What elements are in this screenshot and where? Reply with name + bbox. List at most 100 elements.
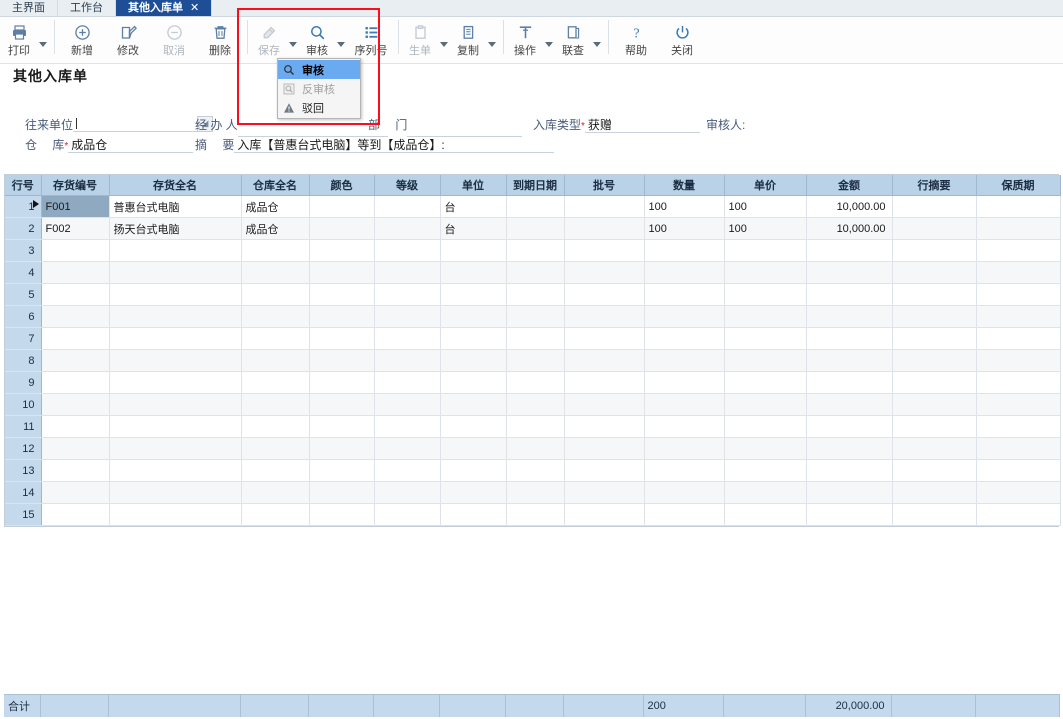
cell-line-remark[interactable] [892, 262, 976, 284]
table-row[interactable]: 11 [5, 416, 1060, 438]
cell-quantity[interactable]: 100 [644, 196, 724, 218]
cell-row-no[interactable]: 3 [5, 240, 41, 262]
cell-batch-no[interactable] [564, 416, 644, 438]
generate-dropdown-toggle[interactable] [437, 17, 451, 63]
cell-grade[interactable] [374, 328, 440, 350]
department-input[interactable] [407, 122, 522, 137]
cell-amount[interactable] [806, 372, 892, 394]
cell-warehouse-name[interactable] [241, 240, 309, 262]
cell-unit-price[interactable] [724, 306, 806, 328]
cell-unit[interactable] [440, 482, 506, 504]
cell-grade[interactable] [374, 372, 440, 394]
cell-unit-price[interactable] [724, 328, 806, 350]
cell-amount[interactable]: 10,000.00 [806, 196, 892, 218]
cell-amount[interactable]: 10,000.00 [806, 218, 892, 240]
cell-unit-price[interactable]: 100 [724, 218, 806, 240]
cell-color[interactable] [309, 416, 374, 438]
table-row[interactable]: 5 [5, 284, 1060, 306]
cell-unit-price[interactable] [724, 372, 806, 394]
cell-item-name[interactable] [109, 504, 241, 526]
cell-batch-no[interactable] [564, 504, 644, 526]
cell-item-code[interactable] [41, 394, 109, 416]
cell-row-no[interactable]: 1 [5, 196, 41, 218]
table-row[interactable]: 8 [5, 350, 1060, 372]
cell-row-no[interactable]: 2 [5, 218, 41, 240]
cell-grade[interactable] [374, 262, 440, 284]
cell-item-code[interactable] [41, 504, 109, 526]
cell-shelf-life[interactable] [976, 218, 1060, 240]
cell-expiry-date[interactable] [506, 482, 564, 504]
toolbar-button-print[interactable]: 打印 [2, 17, 36, 63]
cell-item-code[interactable] [41, 284, 109, 306]
cell-color[interactable] [309, 460, 374, 482]
cell-line-remark[interactable] [892, 306, 976, 328]
cell-item-name[interactable]: 扬天台式电脑 [109, 218, 241, 240]
cell-amount[interactable] [806, 416, 892, 438]
col-color[interactable]: 颜色 [309, 175, 374, 196]
cell-unit[interactable] [440, 350, 506, 372]
table-row[interactable]: 6 [5, 306, 1060, 328]
cell-unit[interactable] [440, 328, 506, 350]
cell-row-no[interactable]: 6 [5, 306, 41, 328]
cell-warehouse-name[interactable] [241, 394, 309, 416]
cell-item-code[interactable] [41, 262, 109, 284]
table-row[interactable]: 10 [5, 394, 1060, 416]
table-row[interactable]: 13 [5, 460, 1060, 482]
cell-shelf-life[interactable] [976, 284, 1060, 306]
toolbar-button-cancel[interactable]: 取消 [151, 17, 197, 63]
toolbar-button-modify[interactable]: 修改 [105, 17, 151, 63]
cell-line-remark[interactable] [892, 372, 976, 394]
cell-line-remark[interactable] [892, 284, 976, 306]
table-row[interactable]: 4 [5, 262, 1060, 284]
cell-unit[interactable] [440, 262, 506, 284]
cell-batch-no[interactable] [564, 372, 644, 394]
cell-color[interactable] [309, 284, 374, 306]
cell-unit[interactable] [440, 416, 506, 438]
table-row[interactable]: 15 [5, 504, 1060, 526]
cell-quantity[interactable] [644, 350, 724, 372]
cell-color[interactable] [309, 328, 374, 350]
table-row[interactable]: 9 [5, 372, 1060, 394]
cell-item-code[interactable] [41, 372, 109, 394]
inbound-type-input[interactable]: 获赠 [585, 118, 700, 133]
cell-item-name[interactable] [109, 262, 241, 284]
table-row[interactable]: 2F002扬天台式电脑成品仓台10010010,000.00 [5, 218, 1060, 240]
cell-quantity[interactable] [644, 328, 724, 350]
cell-quantity[interactable] [644, 240, 724, 262]
cell-unit-price[interactable]: 100 [724, 196, 806, 218]
cell-line-remark[interactable] [892, 240, 976, 262]
cell-shelf-life[interactable] [976, 306, 1060, 328]
cell-row-no[interactable]: 13 [5, 460, 41, 482]
cell-item-name[interactable]: 普惠台式电脑 [109, 196, 241, 218]
cell-amount[interactable] [806, 284, 892, 306]
cell-row-no[interactable]: 9 [5, 372, 41, 394]
cell-expiry-date[interactable] [506, 196, 564, 218]
cell-grade[interactable] [374, 504, 440, 526]
cell-item-name[interactable] [109, 284, 241, 306]
cell-line-remark[interactable] [892, 482, 976, 504]
copy-dropdown-toggle[interactable] [485, 17, 499, 63]
cell-quantity[interactable]: 100 [644, 218, 724, 240]
cell-color[interactable] [309, 350, 374, 372]
cell-unit[interactable] [440, 438, 506, 460]
cell-unit-price[interactable] [724, 482, 806, 504]
cell-unit-price[interactable] [724, 416, 806, 438]
cell-batch-no[interactable] [564, 262, 644, 284]
cell-unit-price[interactable] [724, 460, 806, 482]
audit-dropdown-toggle[interactable] [334, 17, 348, 63]
cell-unit[interactable]: 台 [440, 196, 506, 218]
cell-shelf-life[interactable] [976, 482, 1060, 504]
cell-quantity[interactable] [644, 262, 724, 284]
cell-color[interactable] [309, 438, 374, 460]
cell-unit-price[interactable] [724, 394, 806, 416]
cell-line-remark[interactable] [892, 394, 976, 416]
cell-color[interactable] [309, 394, 374, 416]
cell-line-remark[interactable] [892, 504, 976, 526]
tab-other-inbound-order[interactable]: 其他入库单 ✕ [116, 0, 212, 16]
cell-unit-price[interactable] [724, 438, 806, 460]
cell-item-code[interactable]: F002 [41, 218, 109, 240]
table-row[interactable]: 1F001普惠台式电脑成品仓台10010010,000.00 [5, 196, 1060, 218]
cell-line-remark[interactable] [892, 196, 976, 218]
cell-grade[interactable] [374, 438, 440, 460]
cell-color[interactable] [309, 196, 374, 218]
